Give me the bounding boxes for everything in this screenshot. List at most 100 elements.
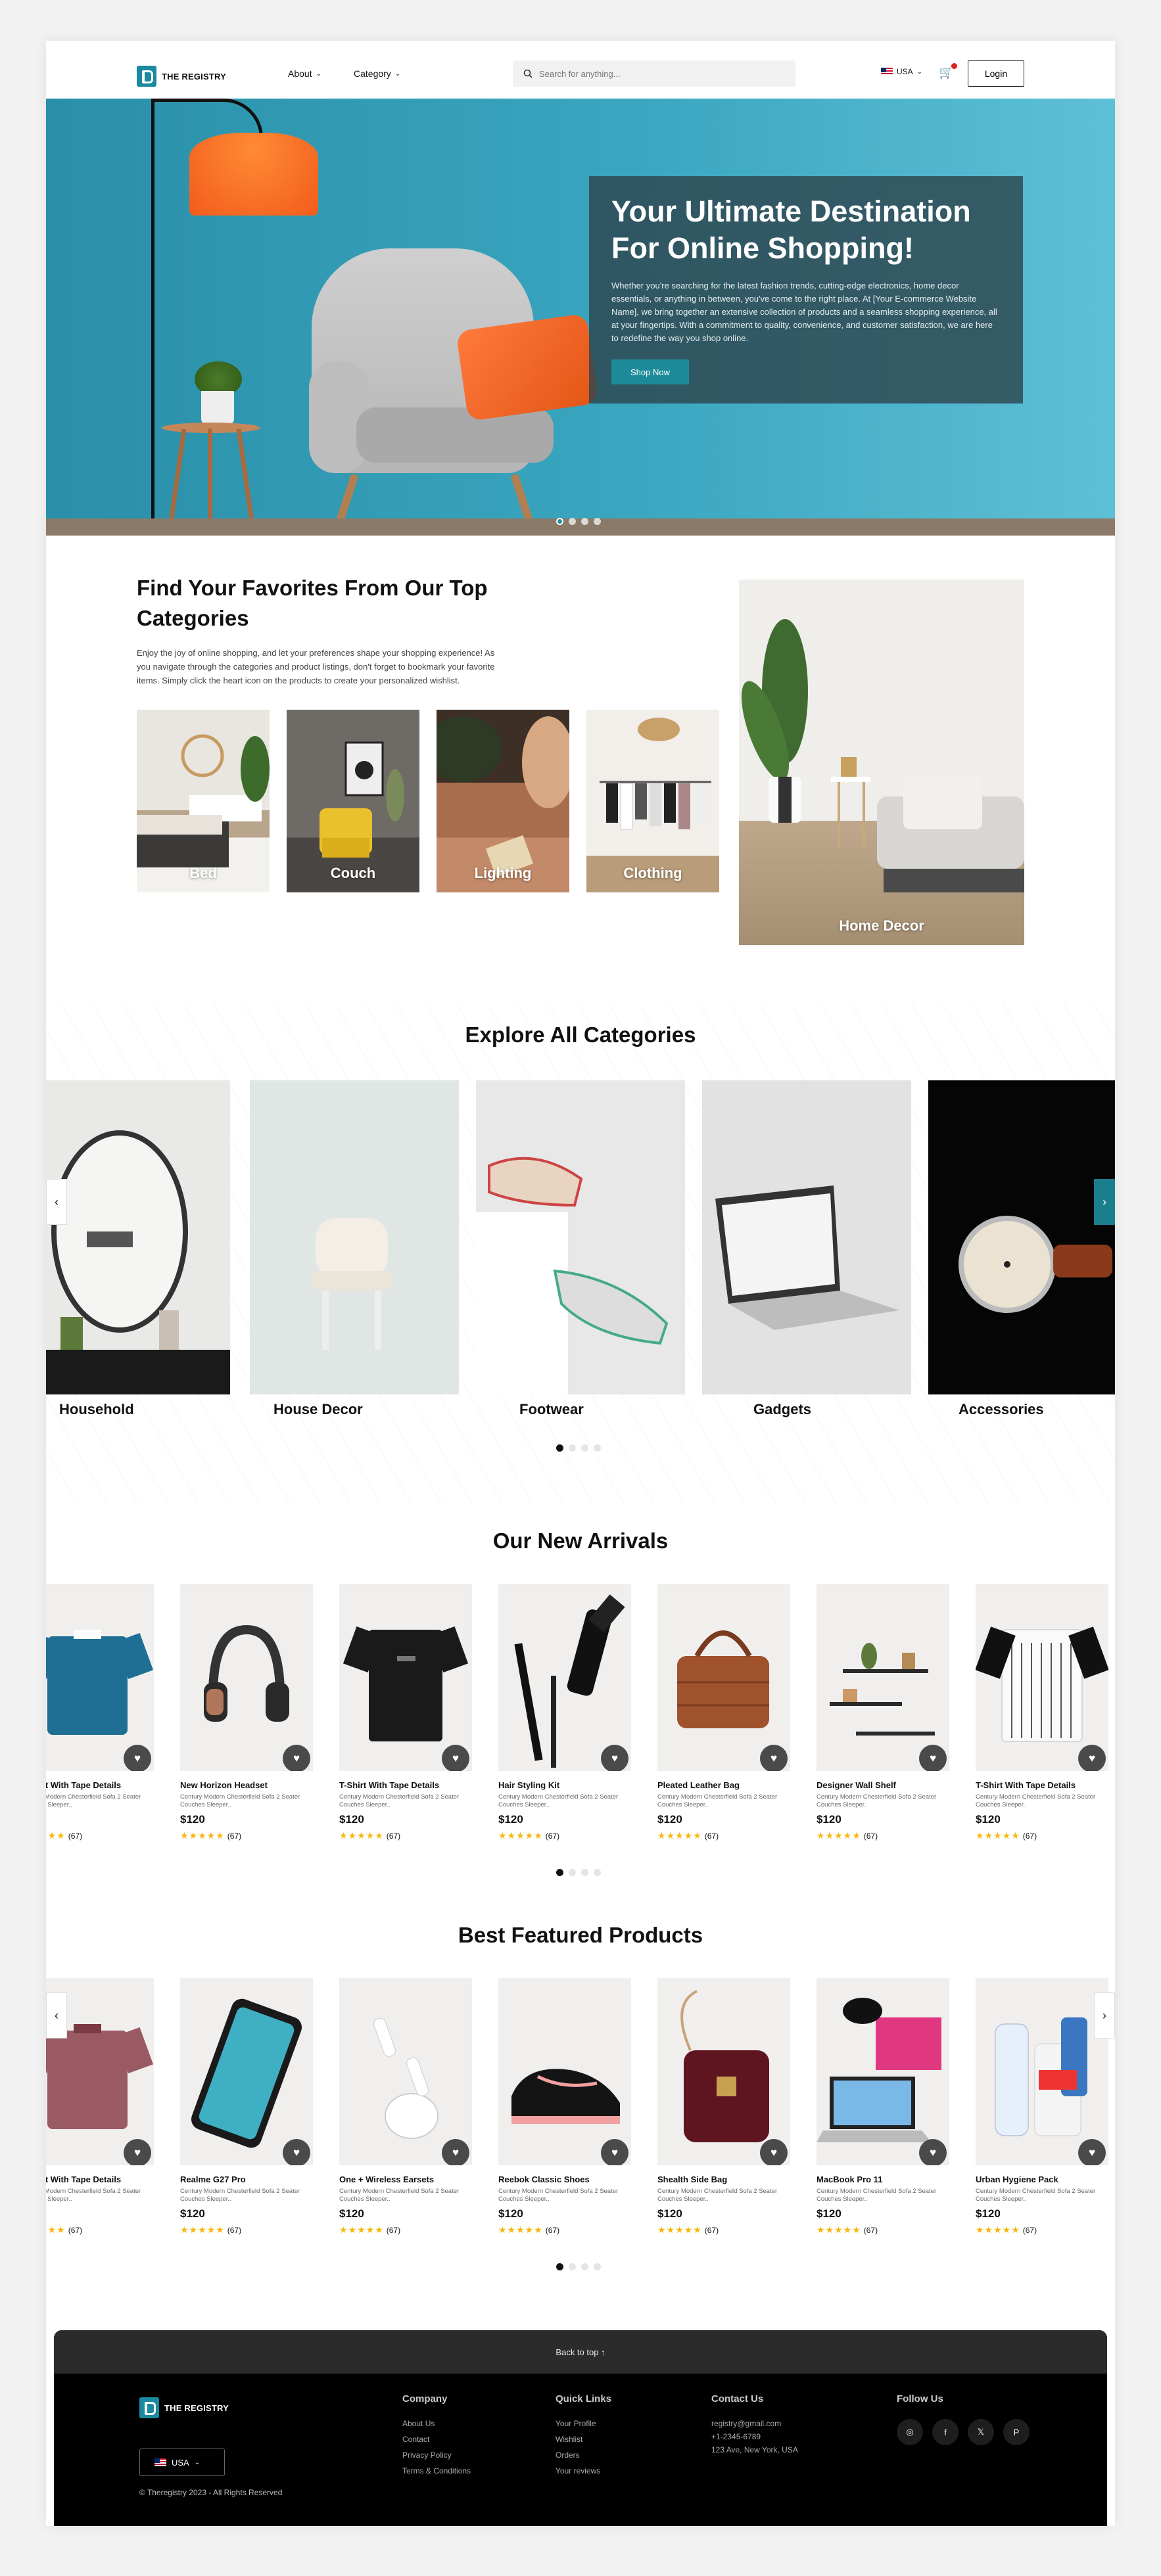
product-card[interactable]: ♥ Reebok Classic Shoes Century Modern Ches… <box>498 1978 631 2236</box>
product-image[interactable]: ♥ <box>498 1978 631 2165</box>
product-card[interactable]: ♥ Urban Hygiene Pack Century Modern Cheste… <box>976 1978 1108 2236</box>
carousel-dot[interactable] <box>594 1869 601 1876</box>
category-card-house-decor[interactable] <box>250 1080 459 1394</box>
product-name[interactable]: Shealth Side Bag <box>657 2174 790 2184</box>
product-image[interactable]: ♥ <box>976 1978 1108 2165</box>
footer-link[interactable]: Privacy Policy <box>402 2450 471 2460</box>
heart-icon[interactable]: ♥ <box>760 1745 788 1771</box>
product-image[interactable]: ♥ <box>976 1584 1108 1771</box>
product-card[interactable]: ♥ Realme G27 Pro Century Modern Chesterfie… <box>180 1978 313 2236</box>
product-name[interactable]: Hair Styling Kit <box>498 1780 631 1790</box>
pinterest-icon[interactable]: P <box>1003 2419 1030 2445</box>
nav-about[interactable]: About ⌄ <box>288 68 321 79</box>
carousel-dot[interactable] <box>581 518 588 525</box>
contact-phone[interactable]: +1-2345-6789 <box>711 2432 798 2441</box>
footer-link[interactable]: Orders <box>556 2450 611 2460</box>
carousel-dot[interactable] <box>556 1869 563 1876</box>
carousel-dot[interactable] <box>569 518 576 525</box>
product-card[interactable]: ♥ One + Wireless Earsets Century Modern Ch… <box>339 1978 472 2236</box>
heart-icon[interactable]: ♥ <box>919 1745 947 1771</box>
footer-link[interactable]: Your Profile <box>556 2419 611 2428</box>
x-icon[interactable]: 𝕏 <box>968 2419 994 2445</box>
product-name[interactable]: Urban Hygiene Pack <box>976 2174 1108 2184</box>
category-tile-bed[interactable]: Bed <box>137 710 270 892</box>
facebook-icon[interactable]: f <box>932 2419 959 2445</box>
cart-icon[interactable]: 🛒 <box>939 63 958 80</box>
footer-link[interactable]: Wishlist <box>556 2435 611 2444</box>
footer-link[interactable]: Contact <box>402 2435 471 2444</box>
footer-logo[interactable]: THE REGISTRY <box>139 2397 229 2418</box>
login-button[interactable]: Login <box>968 60 1024 87</box>
carousel-dot[interactable] <box>556 518 563 525</box>
heart-icon[interactable]: ♥ <box>442 1745 469 1771</box>
product-image[interactable]: ♥ <box>817 1978 949 2165</box>
product-card[interactable]: ♥ Hair Styling Kit Century Modern Chesterf… <box>498 1584 631 1841</box>
category-card-gadgets[interactable] <box>702 1080 911 1394</box>
heart-icon[interactable]: ♥ <box>601 2139 628 2165</box>
heart-icon[interactable]: ♥ <box>601 1745 628 1771</box>
product-image[interactable]: ♥ <box>180 1584 313 1771</box>
product-name[interactable]: New Horizon Headset <box>180 1780 313 1790</box>
carousel-dot[interactable] <box>556 1444 563 1452</box>
product-name[interactable]: Realme G27 Pro <box>180 2174 313 2184</box>
product-name[interactable]: One + Wireless Earsets <box>339 2174 472 2184</box>
arrow-right-icon[interactable]: › <box>1094 1992 1115 2038</box>
footer-locale-selector[interactable]: USA ⌄ <box>139 2449 225 2476</box>
heart-icon[interactable]: ♥ <box>124 2139 151 2165</box>
nav-category[interactable]: Category ⌄ <box>354 68 400 79</box>
carousel-dot[interactable] <box>569 1444 576 1452</box>
arrow-right-icon[interactable]: › <box>1094 1179 1115 1225</box>
footer-link[interactable]: About Us <box>402 2419 471 2428</box>
heart-icon[interactable]: ♥ <box>919 2139 947 2165</box>
carousel-dot[interactable] <box>556 2263 563 2270</box>
locale-selector[interactable]: USA ⌄ <box>881 67 922 76</box>
heart-icon[interactable]: ♥ <box>124 1745 151 1771</box>
category-card-footwear[interactable] <box>476 1080 685 1394</box>
carousel-dot[interactable] <box>594 518 601 525</box>
product-card[interactable]: ♥ T-Shirt With Tape Details Century Modern… <box>976 1584 1108 1841</box>
shop-now-button[interactable]: Shop Now <box>611 359 689 385</box>
product-image[interactable]: ♥ <box>657 1584 790 1771</box>
carousel-dot[interactable] <box>594 2263 601 2270</box>
product-name[interactable]: Reebok Classic Shoes <box>498 2174 631 2184</box>
product-image[interactable]: ♥ <box>657 1978 790 2165</box>
product-card[interactable]: ♥ MacBook Pro 11 Century Modern Chesterfie… <box>817 1978 949 2236</box>
product-name[interactable]: T-Shirt With Tape Details <box>46 1780 154 1790</box>
product-card[interactable]: ♥ T-Shirt With Tape Details Century Modern… <box>339 1584 472 1841</box>
product-card[interactable]: ♥ Designer Wall Shelf Century Modern Chest… <box>817 1584 949 1841</box>
footer-link[interactable]: Your reviews <box>556 2466 611 2475</box>
carousel-dot[interactable] <box>569 1869 576 1876</box>
product-name[interactable]: T-Shirt With Tape Details <box>46 2174 154 2184</box>
product-name[interactable]: Pleated Leather Bag <box>657 1780 790 1790</box>
instagram-icon[interactable]: ◎ <box>897 2419 923 2445</box>
product-card[interactable]: ♥ Shealth Side Bag Century Modern Chesterf… <box>657 1978 790 2236</box>
category-card-household[interactable] <box>46 1080 230 1394</box>
search-input[interactable] <box>539 68 776 79</box>
carousel-dot[interactable] <box>581 1444 588 1452</box>
product-card[interactable]: ♥ New Horizon Headset Century Modern Chest… <box>180 1584 313 1841</box>
product-image[interactable]: ♥ <box>498 1584 631 1771</box>
heart-icon[interactable]: ♥ <box>1078 1745 1106 1771</box>
back-to-top-button[interactable]: Back to top ↑ <box>54 2330 1107 2374</box>
heart-icon[interactable]: ♥ <box>1078 2139 1106 2165</box>
product-image[interactable]: ♥ <box>46 1584 154 1771</box>
heart-icon[interactable]: ♥ <box>442 2139 469 2165</box>
product-image[interactable]: ♥ <box>339 1978 472 2165</box>
carousel-dot[interactable] <box>581 2263 588 2270</box>
product-name[interactable]: T-Shirt With Tape Details <box>976 1780 1108 1790</box>
product-name[interactable]: Designer Wall Shelf <box>817 1780 949 1790</box>
product-image[interactable]: ♥ <box>817 1584 949 1771</box>
category-tile-clothing[interactable]: Clothing <box>586 710 719 892</box>
product-card[interactable]: ♥ T-Shirt With Tape Details Century Modern… <box>46 1584 154 1841</box>
carousel-dot[interactable] <box>594 1444 601 1452</box>
product-image[interactable]: ♥ <box>180 1978 313 2165</box>
arrow-left-icon[interactable]: ‹ <box>46 1179 67 1225</box>
contact-email[interactable]: registry@gmail.com <box>711 2419 798 2428</box>
category-tile-lighting[interactable]: Lighting <box>437 710 569 892</box>
heart-icon[interactable]: ♥ <box>283 2139 310 2165</box>
heart-icon[interactable]: ♥ <box>760 2139 788 2165</box>
product-name[interactable]: T-Shirt With Tape Details <box>339 1780 472 1790</box>
carousel-dot[interactable] <box>569 2263 576 2270</box>
product-image[interactable]: ♥ <box>339 1584 472 1771</box>
category-tile-couch[interactable]: Couch <box>287 710 419 892</box>
